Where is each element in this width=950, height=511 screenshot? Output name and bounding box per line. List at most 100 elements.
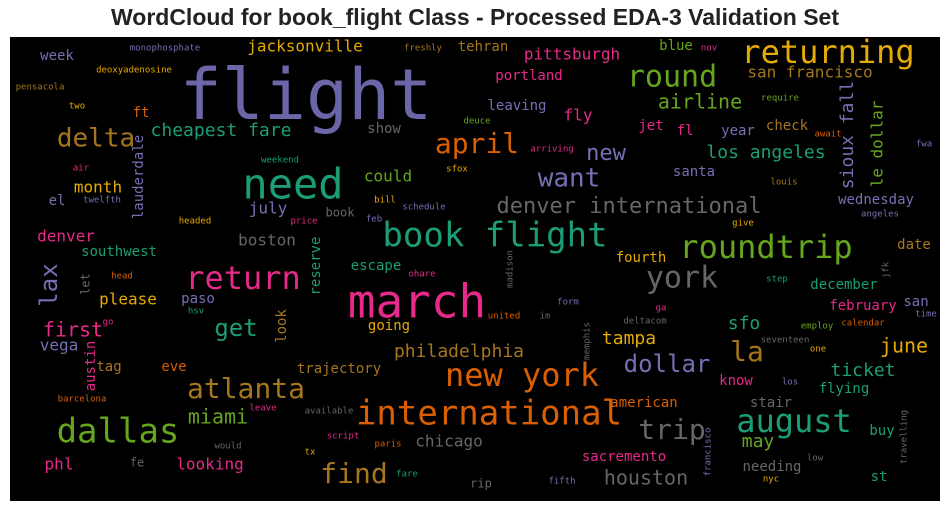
cloud-word-check: check <box>766 118 809 134</box>
cloud-word-santa: santa <box>673 164 715 180</box>
cloud-word-twelfth: twelfth <box>83 196 121 206</box>
cloud-word-trajectory: trajectory <box>297 361 381 377</box>
cloud-word-dallas: dallas <box>57 412 180 452</box>
cloud-word-sfo: sfo <box>728 313 761 334</box>
cloud-word-el: el <box>49 193 66 209</box>
cloud-word-await: await <box>814 130 841 140</box>
cloud-word-ohare: ohare <box>408 270 435 280</box>
cloud-word-head: head <box>111 272 133 282</box>
cloud-word-looking: looking <box>176 455 243 474</box>
cloud-word-tampa: tampa <box>602 328 656 349</box>
cloud-word-give: give <box>732 219 754 229</box>
cloud-word-going: going <box>368 318 410 334</box>
cloud-word-trip: trip <box>638 413 705 446</box>
cloud-word-delta: delta <box>57 124 135 154</box>
cloud-word-american: american <box>610 395 677 411</box>
cloud-word-look: look <box>274 309 290 343</box>
cloud-word-leave: leave <box>249 404 276 414</box>
cloud-word-jacksonville: jacksonville <box>247 37 363 56</box>
cloud-word-weekend: weekend <box>261 156 299 166</box>
cloud-word-low: low <box>807 454 824 464</box>
cloud-word-paris: paris <box>374 440 401 450</box>
cloud-word-st: st <box>871 469 888 485</box>
cloud-word-nov: nov <box>701 44 717 54</box>
cloud-word-july: july <box>249 199 288 218</box>
cloud-word-want: want <box>538 164 601 194</box>
cloud-word-february: february <box>829 298 896 314</box>
cloud-word-go: go <box>103 318 114 328</box>
cloud-word-headed: headed <box>179 217 212 227</box>
cloud-word-deoxyadenosine: deoxyadenosine <box>96 66 172 76</box>
cloud-word-reserve: reserve <box>308 236 324 295</box>
cloud-word-tehran: tehran <box>458 39 509 55</box>
cloud-word-hsv: hsv <box>188 307 204 317</box>
cloud-word-arriving: arriving <box>530 145 573 155</box>
cloud-word-francisco: francisco <box>704 428 714 477</box>
cloud-word-barcelona: barcelona <box>58 395 107 405</box>
word-cloud: flight march book flight need international n… <box>10 37 940 501</box>
cloud-word-atlanta: atlanta <box>187 372 305 405</box>
cloud-word-date: date <box>897 237 931 253</box>
cloud-word-eve: eve <box>161 359 186 375</box>
cloud-word-chicago: chicago <box>415 432 482 451</box>
cloud-word-ft: ft <box>133 105 150 121</box>
cloud-word-fly: fly <box>564 106 593 125</box>
cloud-word-fe: fe <box>130 456 144 470</box>
cloud-word-freshly: freshly <box>404 44 443 54</box>
cloud-word-one: one <box>810 345 826 355</box>
cloud-word-boston: boston <box>238 231 296 250</box>
cloud-word-december: december <box>810 277 877 293</box>
cloud-word-fl: fl <box>677 123 694 139</box>
cloud-word-fifth: fifth <box>548 477 575 487</box>
cloud-word-louis: louis <box>770 178 797 188</box>
cloud-word-know: know <box>719 373 753 389</box>
cloud-word-seventeen: seventeen <box>761 336 810 346</box>
cloud-word-june: june <box>880 334 928 358</box>
cloud-word-bill: bill <box>374 196 396 206</box>
cloud-word-le-dollar: le dollar <box>868 100 887 187</box>
cloud-word-monophosphate: monophosphate <box>130 44 200 54</box>
cloud-word-lax: lax <box>35 263 63 306</box>
cloud-word-month: month <box>74 178 122 197</box>
cloud-word-may: may <box>742 431 775 452</box>
cloud-word-nyc: nyc <box>763 475 779 485</box>
cloud-word-flying: flying <box>819 381 870 397</box>
cloud-word-two: two <box>69 102 85 112</box>
cloud-word-san-francisco: san francisco <box>747 63 872 82</box>
cloud-word-available: available <box>305 407 354 417</box>
cloud-word-require: require <box>761 94 799 104</box>
cloud-word-script: script <box>327 432 360 442</box>
cloud-word-phl: phl <box>45 455 74 474</box>
cloud-word-feb: feb <box>366 215 382 225</box>
cloud-word-april: april <box>435 127 519 160</box>
cloud-word-denver: denver <box>37 227 95 246</box>
cloud-word-southwest: southwest <box>81 244 157 260</box>
cloud-word-lauderdale: lauderdale <box>131 135 147 219</box>
cloud-word-deuce: deuce <box>463 117 490 127</box>
cloud-word-let: let <box>79 273 93 295</box>
cloud-word-international: international <box>356 394 622 434</box>
cloud-word-philadelphia: philadelphia <box>394 341 524 362</box>
figure-title: WordCloud for book_flight Class - Proces… <box>110 4 839 30</box>
cloud-word-time: time <box>915 310 937 320</box>
cloud-word-los-angeles: los angeles <box>706 142 825 163</box>
cloud-word-step: step <box>766 275 788 285</box>
cloud-word-wednesday: wednesday <box>838 192 914 208</box>
cloud-word-price: price <box>290 217 317 227</box>
cloud-word-denver-international: denver international <box>497 194 762 219</box>
cloud-word-angeles: angeles <box>861 210 899 220</box>
cloud-word-year: year <box>721 123 755 139</box>
cloud-word-please: please <box>99 290 157 309</box>
cloud-word-calendar: calendar <box>841 319 885 329</box>
cloud-word-portland: portland <box>495 68 562 84</box>
cloud-word-blue: blue <box>659 38 693 54</box>
cloud-word-deltacom: deltacom <box>623 317 666 327</box>
cloud-word-dollar: dollar <box>624 350 711 378</box>
cloud-word-paso: paso <box>181 291 215 307</box>
cloud-word-needing: needing <box>742 459 801 475</box>
cloud-word-air: air <box>73 164 90 174</box>
cloud-word-la: la <box>730 335 764 368</box>
cloud-word-book-flight: book flight <box>382 216 607 256</box>
word-cloud-canvas: flightmarchbook flightneedinternationaln… <box>16 37 937 491</box>
cloud-word-tag: tag <box>96 359 121 375</box>
